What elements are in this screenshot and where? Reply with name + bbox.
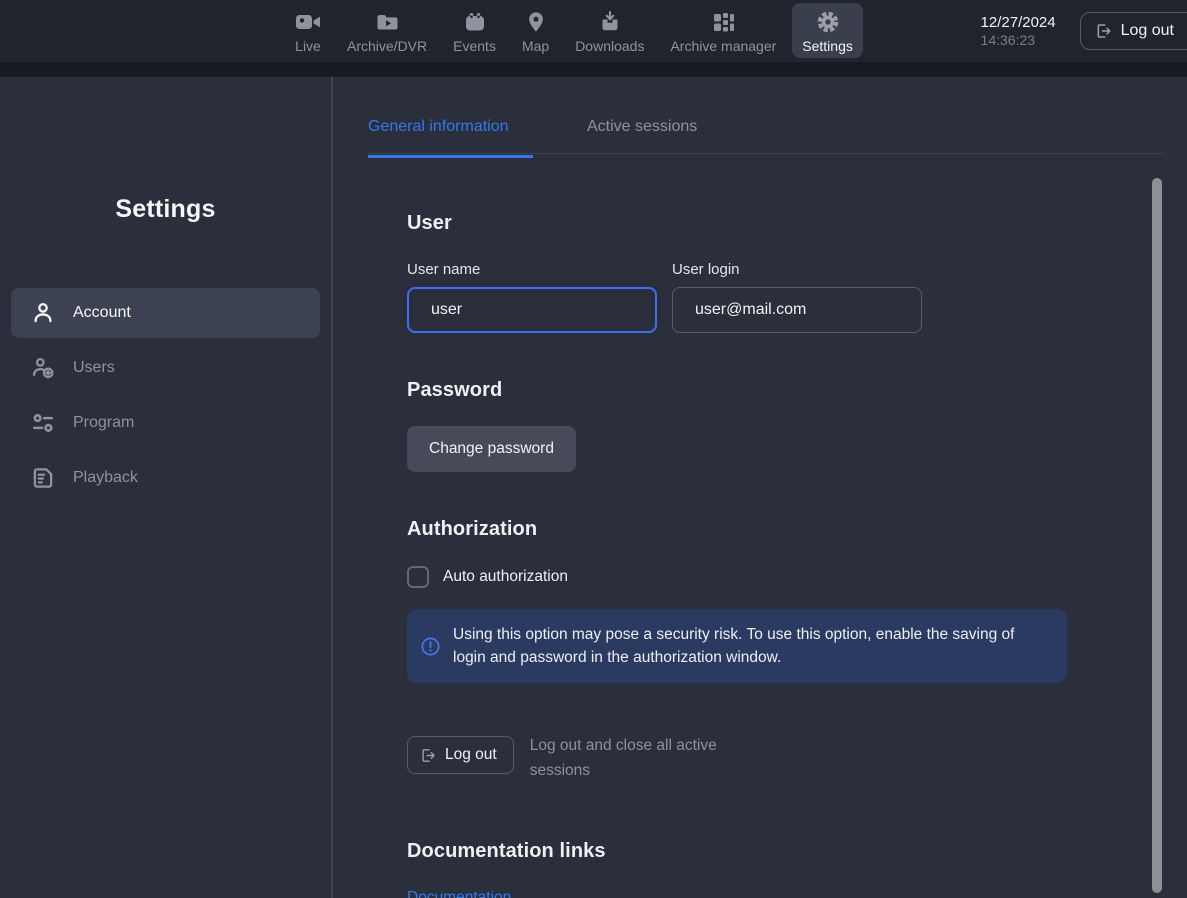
logout-button-top[interactable]: Log out <box>1080 12 1187 50</box>
account-icon <box>29 299 57 327</box>
login-label: User login <box>672 261 922 278</box>
auto-authorization-label: Auto authorization <box>443 568 568 586</box>
logout-description: Log out and close all active sessions <box>530 733 750 783</box>
documentation-section-title: Documentation links <box>407 840 1187 863</box>
authorization-section-title: Authorization <box>407 518 1187 541</box>
logout-row: Log out Log out and close all active ses… <box>407 736 1187 783</box>
sidebar-item-playback[interactable]: Playback <box>11 453 320 503</box>
nav-label: Settings <box>802 38 853 54</box>
time-text: 14:36:23 <box>981 32 1056 49</box>
nav-item-events[interactable]: Events <box>443 3 506 58</box>
nav-label: Archive manager <box>670 38 776 54</box>
user-section-title: User <box>407 212 1187 235</box>
nav-label: Downloads <box>575 38 644 54</box>
nav-item-live[interactable]: Live <box>285 3 331 58</box>
login-input[interactable] <box>672 287 922 333</box>
main-panel: General information Active sessions User… <box>333 77 1187 898</box>
logout-button-label: Log out <box>445 746 497 764</box>
users-icon <box>29 354 57 382</box>
archive-folder-icon <box>375 9 400 35</box>
datetime-display: 12/27/2024 14:36:23 <box>981 14 1056 49</box>
nav-label: Archive/DVR <box>347 38 427 54</box>
logout-button-label: Log out <box>1121 22 1174 40</box>
settings-sidebar: Settings Account <box>0 77 331 898</box>
sidebar-menu: Account Users <box>0 288 331 503</box>
security-warning-text: Using this option may pose a security ri… <box>453 623 1047 669</box>
password-section-title: Password <box>407 379 1187 402</box>
auto-authorization-checkbox[interactable] <box>407 566 429 588</box>
nav-item-archive-manager[interactable]: Archive manager <box>660 3 786 58</box>
sidebar-item-account[interactable]: Account <box>11 288 320 338</box>
sidebar-item-label: Playback <box>73 469 138 487</box>
auto-authorization-row: Auto authorization <box>407 566 1187 588</box>
tab-general-information[interactable]: General information <box>368 118 533 158</box>
gear-icon <box>816 9 840 35</box>
nav-item-downloads[interactable]: Downloads <box>565 3 654 58</box>
nav-label: Map <box>522 38 549 54</box>
logout-icon <box>420 747 437 764</box>
vertical-scrollbar-thumb[interactable] <box>1152 178 1162 893</box>
sidebar-item-users[interactable]: Users <box>11 343 320 393</box>
logout-button-main[interactable]: Log out <box>407 736 514 774</box>
content-area: Settings Account <box>0 77 1187 898</box>
username-input[interactable] <box>407 287 657 333</box>
info-icon <box>420 636 441 657</box>
username-label: User name <box>407 261 657 278</box>
nav-label: Live <box>295 38 321 54</box>
archive-manager-icon <box>711 9 736 35</box>
map-pin-icon <box>525 9 547 35</box>
logout-icon <box>1095 22 1113 40</box>
app-window: Live Archive/DVR <box>0 0 1187 898</box>
tab-bar: General information Active sessions <box>333 77 1187 155</box>
program-sliders-icon <box>29 409 57 437</box>
date-text: 12/27/2024 <box>981 14 1056 32</box>
settings-scroll-area: User User name User login Password Chang… <box>333 155 1187 898</box>
nav-item-archive-dvr[interactable]: Archive/DVR <box>337 3 437 58</box>
topbar-right: 12/27/2024 14:36:23 Log out <box>981 0 1187 62</box>
documentation-link[interactable]: Documentation <box>407 889 511 898</box>
top-navigation-bar: Live Archive/DVR <box>0 0 1187 62</box>
download-icon <box>598 9 622 35</box>
login-field-group: User login <box>672 261 922 333</box>
nav-label: Events <box>453 38 496 54</box>
sidebar-item-label: Account <box>73 304 131 322</box>
tab-active-sessions[interactable]: Active sessions <box>587 118 697 136</box>
topbar-shadow-strip <box>0 62 1187 77</box>
events-icon <box>463 9 487 35</box>
user-fields-row: User name User login <box>407 261 1187 333</box>
sidebar-item-program[interactable]: Program <box>11 398 320 448</box>
playback-document-icon <box>29 464 57 492</box>
username-field-group: User name <box>407 261 657 333</box>
video-camera-icon <box>295 9 321 35</box>
sidebar-title: Settings <box>0 77 331 224</box>
security-warning-banner: Using this option may pose a security ri… <box>407 609 1067 683</box>
top-nav: Live Archive/DVR <box>285 3 863 58</box>
nav-item-settings[interactable]: Settings <box>792 3 863 58</box>
nav-item-map[interactable]: Map <box>512 3 559 58</box>
sidebar-item-label: Program <box>73 414 134 432</box>
change-password-button[interactable]: Change password <box>407 426 576 472</box>
sidebar-item-label: Users <box>73 359 115 377</box>
